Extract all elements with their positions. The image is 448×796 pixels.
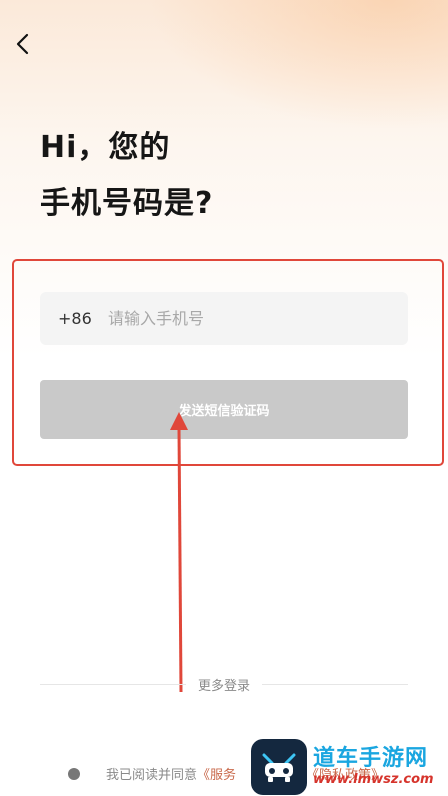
- country-code[interactable]: +86: [58, 309, 106, 328]
- service-agreement-link[interactable]: 《服务: [197, 764, 236, 783]
- chevron-left-icon: [16, 33, 29, 55]
- watermark: 道车手游网 www.lmwsz.com: [251, 738, 448, 796]
- watermark-url: www.lmwsz.com: [313, 772, 434, 787]
- more-login-button[interactable]: 更多登录: [186, 675, 262, 694]
- car-logo-icon: [251, 739, 307, 795]
- agreement-prefix: 我已阅读并同意: [106, 768, 198, 783]
- send-sms-code-button[interactable]: 发送短信验证码: [40, 380, 408, 439]
- phone-input[interactable]: [106, 308, 370, 329]
- agree-radio[interactable]: [68, 767, 80, 780]
- back-button[interactable]: [10, 32, 34, 56]
- header-glow: [148, 0, 448, 130]
- phone-field[interactable]: +86: [40, 292, 408, 345]
- car-icon: [262, 753, 296, 782]
- divider-left: [40, 683, 186, 685]
- divider-right: [262, 683, 409, 685]
- page-title-line2: 手机号码是?: [40, 186, 214, 221]
- page-title-line1: Hi，您的: [40, 130, 171, 165]
- more-login: 更多登录: [40, 674, 409, 694]
- watermark-name: 道车手游网: [313, 746, 429, 771]
